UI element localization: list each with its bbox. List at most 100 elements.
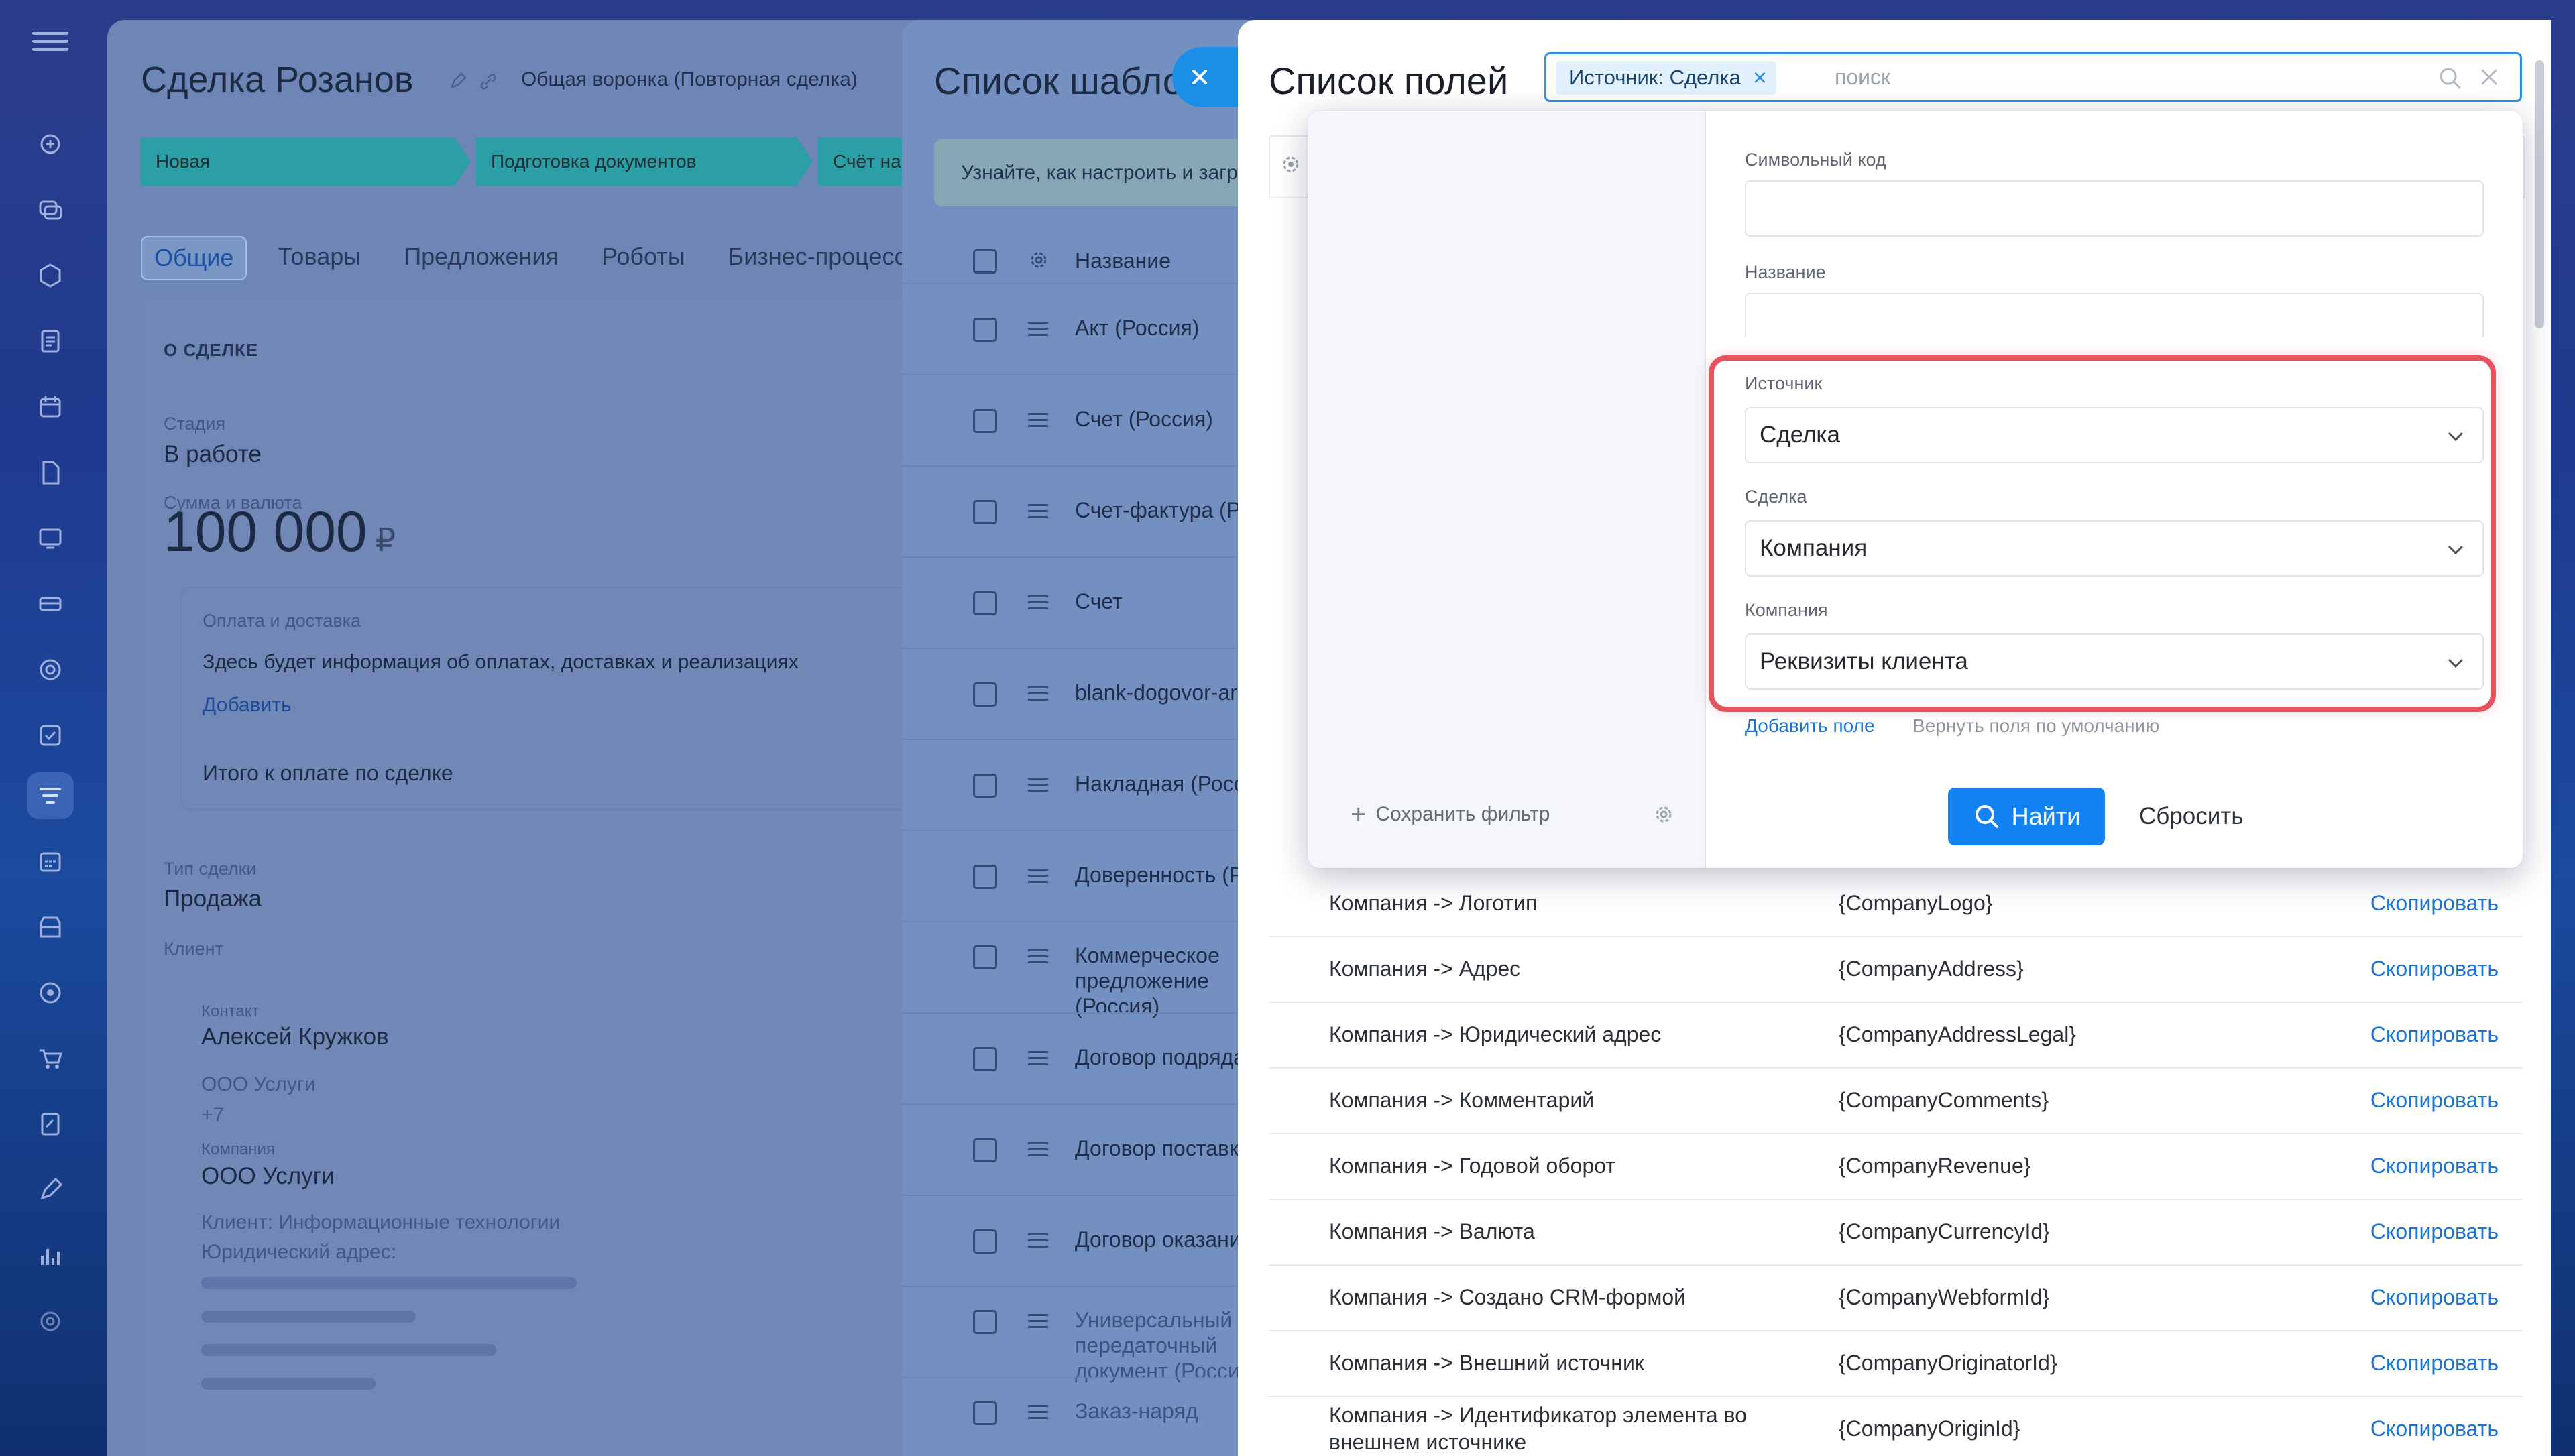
template-row[interactable]: Коммерческое предложение (Россия) bbox=[902, 921, 1277, 1018]
drag-handle-icon[interactable] bbox=[1028, 409, 1048, 431]
drag-handle-icon[interactable] bbox=[1028, 865, 1048, 887]
template-name[interactable]: Универсальный передаточный документ (Рос… bbox=[1075, 1307, 1263, 1384]
row-checkbox[interactable] bbox=[973, 774, 997, 798]
row-checkbox[interactable] bbox=[973, 945, 997, 969]
nav-analytics-icon[interactable] bbox=[27, 1232, 74, 1279]
search-bar[interactable]: Источник: Сделка × поиск bbox=[1544, 52, 2522, 102]
row-checkbox[interactable] bbox=[973, 409, 997, 433]
drag-handle-icon[interactable] bbox=[1028, 591, 1048, 613]
link-icon[interactable] bbox=[479, 72, 498, 91]
template-row[interactable]: Договор подряда bbox=[902, 1012, 1277, 1105]
template-row[interactable]: Накладная (Россия) bbox=[902, 739, 1277, 831]
drag-handle-icon[interactable] bbox=[1028, 1138, 1048, 1160]
copy-link[interactable]: Скопировать bbox=[2370, 1396, 2499, 1456]
drag-handle-icon[interactable] bbox=[1028, 1229, 1048, 1252]
copy-link[interactable]: Скопировать bbox=[2370, 870, 2499, 936]
find-button[interactable]: Найти bbox=[1948, 788, 2105, 845]
reset-fields-link[interactable]: Вернуть поля по умолчанию bbox=[1912, 715, 2159, 737]
template-row[interactable]: Договор оказания услуг bbox=[902, 1195, 1277, 1287]
save-filter-button[interactable]: + Сохранить фильтр bbox=[1351, 801, 1550, 828]
source-select[interactable]: Сделка bbox=[1745, 407, 2484, 463]
chip-remove-icon[interactable]: × bbox=[1753, 66, 1767, 90]
filter-chip-source[interactable]: Источник: Сделка × bbox=[1556, 61, 1776, 95]
row-checkbox[interactable] bbox=[973, 682, 997, 707]
deal-select[interactable]: Компания bbox=[1745, 520, 2484, 577]
nav-pen-icon[interactable] bbox=[27, 1166, 74, 1213]
row-checkbox[interactable] bbox=[973, 1047, 997, 1071]
row-checkbox[interactable] bbox=[973, 318, 997, 342]
search-icon[interactable] bbox=[2437, 65, 2464, 92]
nav-cards-icon[interactable] bbox=[27, 581, 74, 627]
drag-handle-icon[interactable] bbox=[1028, 1401, 1048, 1423]
edit-icon[interactable] bbox=[449, 72, 467, 90]
stage-docs[interactable]: Подготовка документов bbox=[476, 137, 813, 186]
scrollbar[interactable] bbox=[2535, 60, 2544, 328]
row-checkbox[interactable] bbox=[973, 500, 997, 524]
nav-calendar-icon[interactable] bbox=[27, 383, 74, 430]
row-checkbox[interactable] bbox=[973, 1310, 997, 1334]
gear-icon[interactable] bbox=[1279, 153, 1302, 176]
tab-robots[interactable]: Роботы bbox=[589, 236, 697, 280]
row-checkbox[interactable] bbox=[973, 591, 997, 615]
nav-cart-icon[interactable] bbox=[27, 1035, 74, 1082]
nav-board-icon[interactable] bbox=[27, 515, 74, 562]
template-row[interactable]: blank-dogovor-arendy bbox=[902, 648, 1277, 740]
add-field-link[interactable]: Добавить поле bbox=[1745, 715, 1875, 737]
copy-link[interactable]: Скопировать bbox=[2370, 1002, 2499, 1067]
copy-link[interactable]: Скопировать bbox=[2370, 1133, 2499, 1199]
template-name[interactable]: Договор поставки bbox=[1075, 1136, 1251, 1161]
row-checkbox[interactable] bbox=[973, 1229, 997, 1254]
nav-feed-icon[interactable] bbox=[27, 121, 74, 168]
drag-handle-icon[interactable] bbox=[1028, 945, 1048, 967]
copy-link[interactable]: Скопировать bbox=[2370, 1330, 2499, 1396]
deal-funnel-select[interactable]: Общая воронка (Повторная сделка) bbox=[521, 68, 858, 91]
row-checkbox[interactable] bbox=[973, 1401, 997, 1425]
symbol-code-field[interactable] bbox=[1745, 180, 2484, 237]
contact-name[interactable]: Алексей Кружков bbox=[201, 1024, 389, 1050]
nav-crm-icon[interactable] bbox=[27, 772, 74, 819]
menu-icon[interactable] bbox=[32, 27, 68, 54]
name-field[interactable] bbox=[1745, 293, 2484, 337]
drag-handle-icon[interactable] bbox=[1028, 318, 1048, 340]
select-all-checkbox[interactable] bbox=[973, 249, 997, 274]
gear-icon[interactable] bbox=[1028, 249, 1049, 271]
nav-check-icon[interactable] bbox=[27, 712, 74, 759]
drag-handle-icon[interactable] bbox=[1028, 1310, 1048, 1332]
clear-search-icon[interactable] bbox=[2477, 65, 2501, 89]
payment-add-link[interactable]: Добавить bbox=[203, 694, 292, 717]
nav-chat-icon[interactable] bbox=[27, 186, 74, 233]
template-name[interactable]: Коммерческое предложение (Россия) bbox=[1075, 943, 1263, 1019]
nav-target-icon[interactable] bbox=[27, 969, 74, 1016]
reset-button[interactable]: Сбросить bbox=[2139, 788, 2244, 845]
copy-link[interactable]: Скопировать bbox=[2370, 1264, 2499, 1330]
tab-general[interactable]: Общие bbox=[141, 236, 247, 280]
close-slider-button[interactable] bbox=[1172, 47, 1242, 107]
nav-settings-icon[interactable] bbox=[27, 1298, 74, 1345]
company-select[interactable]: Реквизиты клиента bbox=[1745, 633, 2484, 690]
nav-tasks-icon[interactable] bbox=[27, 252, 74, 299]
template-row[interactable]: Универсальный передаточный документ (Рос… bbox=[902, 1286, 1277, 1383]
template-name[interactable]: Договор подряда bbox=[1075, 1044, 1245, 1070]
gear-icon[interactable] bbox=[1652, 803, 1675, 826]
nav-shield-icon[interactable] bbox=[27, 646, 74, 693]
template-name[interactable]: Счет bbox=[1075, 589, 1123, 614]
template-row[interactable]: Счет bbox=[902, 556, 1277, 649]
nav-docs-icon[interactable] bbox=[27, 318, 74, 365]
drag-handle-icon[interactable] bbox=[1028, 774, 1048, 796]
template-name[interactable]: Акт (Россия) bbox=[1075, 315, 1200, 341]
nav-store-icon[interactable] bbox=[27, 904, 74, 951]
template-name[interactable]: Счет (Россия) bbox=[1075, 406, 1213, 432]
template-row[interactable]: Доверенность (Россия) bbox=[902, 830, 1277, 922]
template-row[interactable]: Акт (Россия) bbox=[902, 283, 1277, 375]
tab-products[interactable]: Товары bbox=[266, 236, 373, 280]
drag-handle-icon[interactable] bbox=[1028, 682, 1048, 705]
copy-link[interactable]: Скопировать bbox=[2370, 1199, 2499, 1264]
row-checkbox[interactable] bbox=[973, 1138, 997, 1162]
template-name[interactable]: Заказ-наряд bbox=[1075, 1398, 1263, 1424]
template-row[interactable]: Договор поставки bbox=[902, 1103, 1277, 1196]
row-checkbox[interactable] bbox=[973, 865, 997, 889]
nav-edit-doc-icon[interactable] bbox=[27, 1101, 74, 1148]
nav-schedule-icon[interactable] bbox=[27, 838, 74, 885]
template-row[interactable]: Счет (Россия) bbox=[902, 374, 1277, 467]
copy-link[interactable]: Скопировать bbox=[2370, 1067, 2499, 1133]
